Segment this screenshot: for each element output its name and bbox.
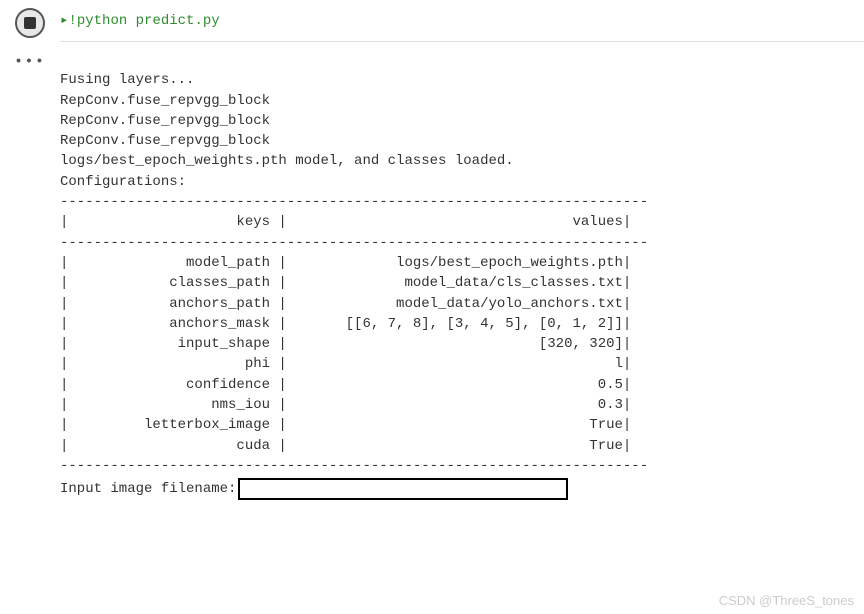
watermark: CSDN @ThreeS_tones [719,593,854,608]
table-row: | letterbox_image | True| [60,417,631,433]
output-line: RepConv.fuse_repvgg_block [60,133,270,149]
cell-gutter [0,0,60,42]
table-row: | nms_iou | 0.3| [60,397,631,413]
output-line: Fusing layers... [60,72,194,88]
output-line: Configurations: [60,174,186,190]
code-command: !python predict.py [68,13,219,29]
output-ellipsis-icon[interactable]: ••• [14,54,45,70]
table-row: | anchors_path | model_data/yolo_anchors… [60,296,631,312]
table-row: | anchors_mask | [[6, 7, 8], [3, 4, 5], … [60,316,631,332]
table-row: | classes_path | model_data/cls_classes.… [60,275,631,291]
code-cell-row: ▸!python predict.py [0,0,864,42]
table-row: | input_shape | [320, 320]| [60,336,631,352]
stop-icon [24,17,36,29]
input-prompt-label: Input image filename: [60,479,236,499]
table-row: | confidence | 0.5| [60,377,631,393]
table-row: | phi | l| [60,356,631,372]
input-prompt-row: Input image filename: [60,478,844,500]
filename-input[interactable] [238,478,568,500]
output-gutter: ••• [0,50,60,541]
table-header-row: | keys | values| [60,214,631,230]
stop-execution-button[interactable] [15,8,45,38]
code-cell[interactable]: ▸!python predict.py [60,0,864,42]
output-section: ••• Fusing layers... RepConv.fuse_repvgg… [0,50,864,541]
table-divider: ----------------------------------------… [60,194,648,210]
output-line: RepConv.fuse_repvgg_block [60,113,270,129]
output-content: Fusing layers... RepConv.fuse_repvgg_blo… [60,50,864,541]
table-divider: ----------------------------------------… [60,235,648,251]
table-row: | model_path | logs/best_epoch_weights.p… [60,255,631,271]
table-row: | cuda | True| [60,438,631,454]
table-divider: ----------------------------------------… [60,458,648,474]
output-line: logs/best_epoch_weights.pth model, and c… [60,153,514,169]
output-line: RepConv.fuse_repvgg_block [60,93,270,109]
